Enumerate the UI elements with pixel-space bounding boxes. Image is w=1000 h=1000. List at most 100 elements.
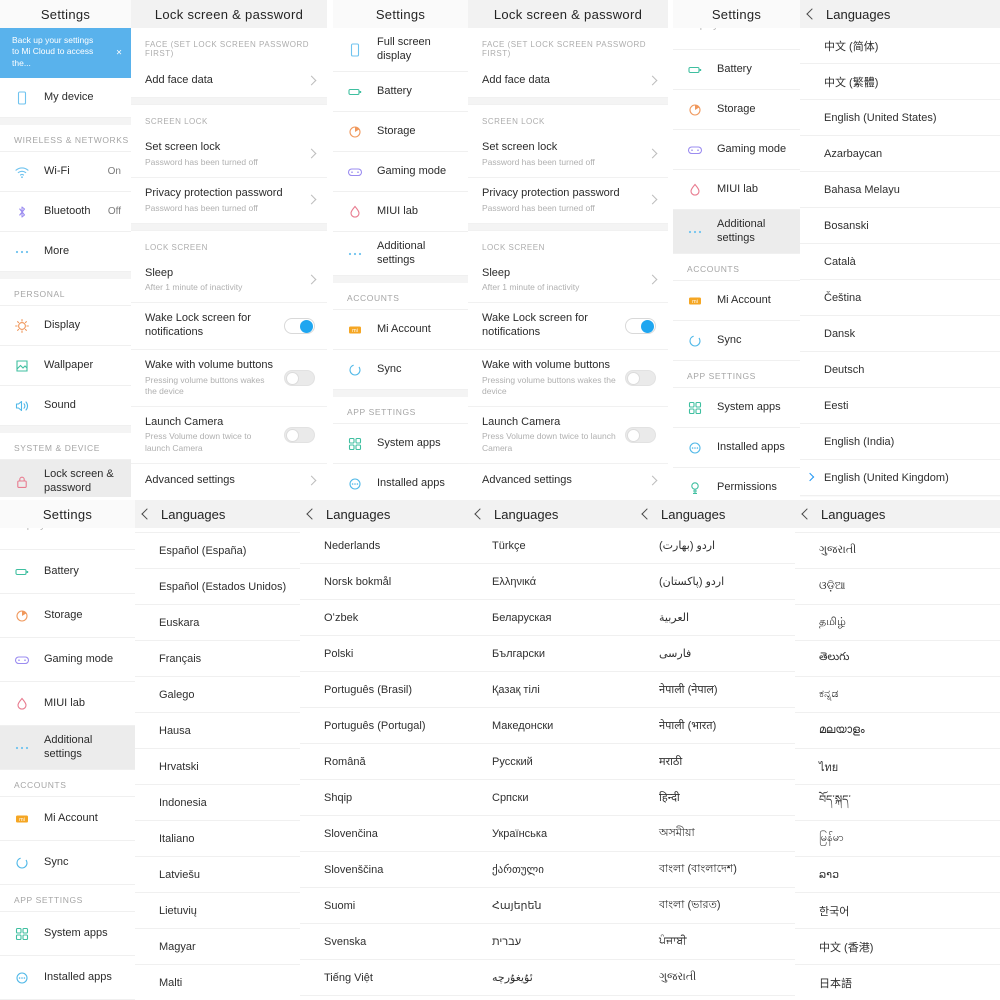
row-set-screen-lock[interactable]: Set screen lock Password has been turned… xyxy=(131,132,327,178)
language-item[interactable]: 中文 (繁體) xyxy=(800,64,1000,100)
language-item[interactable]: Lietuvių xyxy=(135,893,300,929)
language-item[interactable]: བོད་སྐད་ xyxy=(795,785,1000,821)
back-icon[interactable] xyxy=(474,508,486,520)
sidebar-item-miui-lab[interactable]: MIUI lab xyxy=(333,192,468,232)
language-item[interactable]: Tiếng Việt xyxy=(300,960,468,996)
language-item[interactable]: Euskara xyxy=(135,605,300,641)
sidebar-item-battery[interactable]: Battery xyxy=(673,50,800,90)
back-icon[interactable] xyxy=(806,8,818,20)
row-privacy-protection-password[interactable]: Privacy protection password Password has… xyxy=(131,178,327,224)
language-item[interactable]: English (United Kingdom) xyxy=(800,460,1000,496)
sidebar-item-gaming-mode[interactable]: Gaming mode xyxy=(673,130,800,170)
language-item[interactable]: Malti xyxy=(135,965,300,1000)
sidebar-item-bluetooth[interactable]: Bluetooth Off xyxy=(0,192,131,233)
language-item[interactable]: Русский xyxy=(468,744,635,780)
language-item[interactable]: ಕನ್ನಡ xyxy=(795,677,1000,713)
language-item[interactable]: Hausa xyxy=(135,713,300,749)
sidebar-item-storage[interactable]: Storage xyxy=(673,90,800,130)
language-item[interactable]: Galego xyxy=(135,677,300,713)
language-item[interactable]: Bosanski xyxy=(800,208,1000,244)
language-item[interactable]: Српски xyxy=(468,780,635,816)
row-wake-with-volume-buttons[interactable]: Wake with volume buttons Pressing volume… xyxy=(468,350,668,407)
sidebar-item-miui-lab[interactable]: MIUI lab xyxy=(673,170,800,210)
language-item[interactable]: অসমীয়া xyxy=(635,816,795,852)
language-item[interactable]: ไทย xyxy=(795,749,1000,785)
language-item[interactable]: Norsk bokmål xyxy=(300,564,468,600)
sidebar-item-installed-apps[interactable]: Installed apps xyxy=(0,956,135,1000)
sidebar-item-display[interactable]: Display xyxy=(0,306,131,347)
mi-cloud-banner[interactable]: Back up your settings to Mi Cloud to acc… xyxy=(0,28,131,79)
row-wake-lock-screen-notifications[interactable]: Wake Lock screen for notifications xyxy=(131,303,327,350)
sidebar-item-battery[interactable]: Battery xyxy=(0,550,135,594)
language-item[interactable]: Shqip xyxy=(300,780,468,816)
sidebar-item-installed-apps[interactable]: Installed apps xyxy=(673,428,800,468)
sidebar-item-sync[interactable]: Sync xyxy=(0,841,135,885)
sidebar-item-wifi[interactable]: Wi-Fi On xyxy=(0,152,131,193)
language-item[interactable]: മലയാളം xyxy=(795,713,1000,749)
language-item[interactable]: Bahasa Melayu xyxy=(800,172,1000,208)
language-item[interactable]: ਪੰਜਾਬੀ xyxy=(635,924,795,960)
row-advanced-settings[interactable]: Advanced settings xyxy=(468,464,668,497)
language-item[interactable]: मराठी xyxy=(635,744,795,780)
language-item[interactable]: தமிழ் xyxy=(795,605,1000,641)
sidebar-item-additional-settings[interactable]: Additional settings xyxy=(333,232,468,276)
sidebar-item-display-partial[interactable]: display xyxy=(673,28,800,50)
sidebar-item-system-apps[interactable]: System apps xyxy=(673,388,800,428)
row-advanced-settings[interactable]: Advanced settings xyxy=(131,464,327,497)
sidebar-item-display-partial[interactable]: display xyxy=(0,528,135,550)
sidebar-item-gaming-mode[interactable]: Gaming mode xyxy=(0,638,135,682)
language-item[interactable]: Հայերեն xyxy=(468,888,635,924)
row-launch-camera[interactable]: Launch Camera Press Volume down twice to… xyxy=(468,407,668,464)
language-item[interactable]: فارسی xyxy=(635,636,795,672)
back-icon[interactable] xyxy=(306,508,318,520)
sidebar-item-storage[interactable]: Storage xyxy=(0,594,135,638)
language-item[interactable]: Suomi xyxy=(300,888,468,924)
sidebar-item-wallpaper[interactable]: Wallpaper xyxy=(0,346,131,387)
language-item[interactable]: Deutsch xyxy=(800,352,1000,388)
language-item[interactable]: Українська xyxy=(468,816,635,852)
language-item[interactable]: Svenska xyxy=(300,924,468,960)
row-wake-with-volume-buttons[interactable]: Wake with volume buttons Pressing volume… xyxy=(131,350,327,407)
sidebar-item-mi-account[interactable]: mi Mi Account xyxy=(0,797,135,841)
sidebar-item-additional-settings[interactable]: Additional settings xyxy=(673,210,800,254)
language-item[interactable]: Italiano xyxy=(135,821,300,857)
language-item[interactable]: 한국어 xyxy=(795,893,1000,929)
language-item[interactable]: Eesti xyxy=(800,388,1000,424)
language-item[interactable]: Slovenščina xyxy=(300,852,468,888)
language-item[interactable]: ລາວ xyxy=(795,857,1000,893)
language-item[interactable]: 中文 (简体) xyxy=(800,28,1000,64)
toggle-wake-volume-buttons[interactable] xyxy=(284,369,315,386)
sidebar-item-miui-lab[interactable]: MIUI lab xyxy=(0,682,135,726)
back-icon[interactable] xyxy=(141,508,153,520)
back-icon[interactable] xyxy=(641,508,653,520)
language-item[interactable]: Português (Portugal) xyxy=(300,708,468,744)
language-item[interactable]: বাংলা (ভারত) xyxy=(635,888,795,924)
back-icon[interactable] xyxy=(801,508,813,520)
language-item[interactable]: Català xyxy=(800,244,1000,280)
toggle-wake-volume-buttons[interactable] xyxy=(625,369,656,386)
language-item[interactable]: नेपाली (नेपाल) xyxy=(635,672,795,708)
sidebar-item-mi-account[interactable]: mi Mi Account xyxy=(333,310,468,350)
language-item[interactable]: Latviešu xyxy=(135,857,300,893)
sidebar-item-lock-screen-password[interactable]: Lock screen & password xyxy=(0,460,131,497)
language-item[interactable]: Português (Brasil) xyxy=(300,672,468,708)
sidebar-item-gaming-mode[interactable]: Gaming mode xyxy=(333,152,468,192)
language-item[interactable]: Ελληνικά xyxy=(468,564,635,600)
toggle-wake-lock-screen[interactable] xyxy=(284,318,315,335)
language-item[interactable]: العربية xyxy=(635,600,795,636)
language-item[interactable]: ქართული xyxy=(468,852,635,888)
sidebar-item-additional-settings[interactable]: Additional settings xyxy=(0,726,135,770)
sidebar-item-sync[interactable]: Sync xyxy=(673,321,800,361)
toggle-launch-camera[interactable] xyxy=(625,426,656,443)
row-sleep[interactable]: Sleep After 1 minute of inactivity xyxy=(131,258,327,304)
sidebar-item-full-screen-display[interactable]: Full screen display xyxy=(333,28,468,72)
language-item[interactable]: Polski xyxy=(300,636,468,672)
language-item[interactable]: עברית xyxy=(468,924,635,960)
language-item[interactable]: اردو (پاکستان) xyxy=(635,564,795,600)
language-item[interactable]: ગુજરાતી xyxy=(635,960,795,996)
language-item[interactable]: 中文 (香港) xyxy=(795,929,1000,965)
language-item[interactable]: Français xyxy=(135,641,300,677)
language-item[interactable]: Беларуская xyxy=(468,600,635,636)
row-privacy-protection-password[interactable]: Privacy protection password Password has… xyxy=(468,178,668,224)
language-item[interactable]: English (United States) xyxy=(800,100,1000,136)
